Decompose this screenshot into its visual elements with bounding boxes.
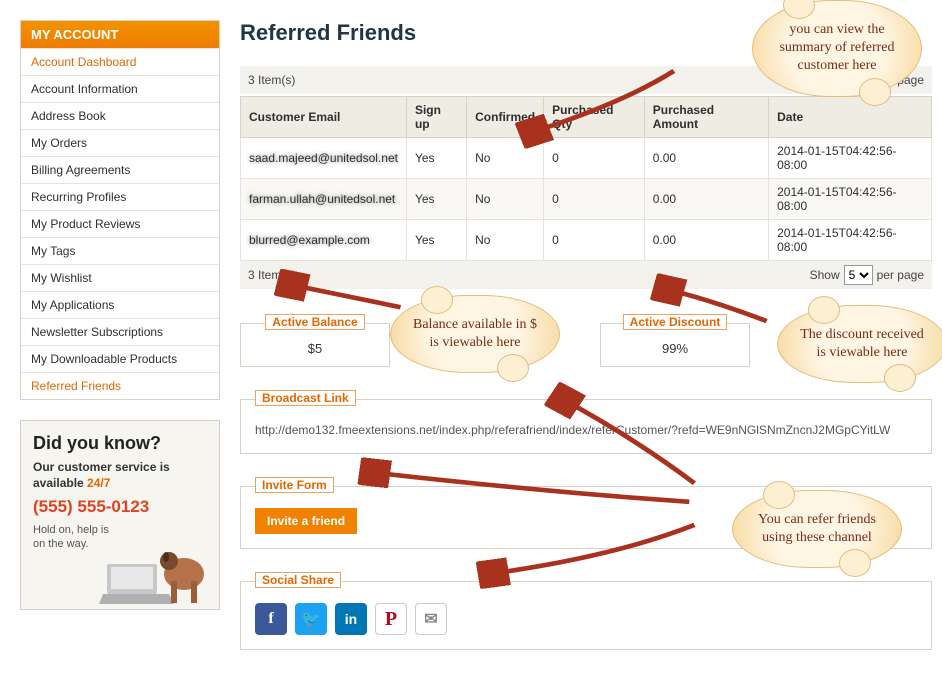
- column-header: Purchased Qty: [544, 97, 645, 138]
- sidebar-item[interactable]: Referred Friends: [21, 372, 219, 399]
- active-balance-legend: Active Balance: [265, 314, 364, 330]
- table-row: saad.majeed@unitedsol.netYesNo00.002014-…: [241, 138, 932, 179]
- table-cell: 0.00: [644, 138, 768, 179]
- table-cell: Yes: [406, 138, 466, 179]
- items-count: 3 Item(s): [248, 73, 295, 87]
- page-size-select[interactable]: 5: [844, 70, 873, 90]
- pager-top: 3 Item(s) Show 5 per page: [240, 66, 932, 94]
- invite-friend-button[interactable]: Invite a friend: [255, 508, 357, 534]
- table-cell: 0.00: [644, 220, 768, 261]
- active-balance-value: $5: [255, 341, 375, 356]
- broadcast-link-input[interactable]: [255, 421, 917, 439]
- table-row: farman.ullah@unitedsol.netYesNo00.002014…: [241, 179, 932, 220]
- table-cell: No: [467, 220, 544, 261]
- sidebar-item[interactable]: Newsletter Subscriptions: [21, 318, 219, 345]
- broadcast-link-legend: Broadcast Link: [255, 390, 356, 406]
- table-row: blurred@example.comYesNo00.002014-01-15T…: [241, 220, 932, 261]
- table-cell: saad.majeed@unitedsol.net: [241, 138, 407, 179]
- social-share-box: Social Share f🐦inP✉: [240, 573, 932, 650]
- promo-card: Did you know? Our customer service is av…: [20, 420, 220, 610]
- table-cell: 0: [544, 220, 645, 261]
- column-header: Date: [769, 97, 932, 138]
- column-header: Purchased Amount: [644, 97, 768, 138]
- promo-illustration: [99, 519, 219, 609]
- page-title: Referred Friends: [240, 20, 932, 46]
- sidebar-item[interactable]: Billing Agreements: [21, 156, 219, 183]
- email-icon[interactable]: ✉: [415, 603, 447, 635]
- active-discount-legend: Active Discount: [623, 314, 728, 330]
- linkedin-icon[interactable]: in: [335, 603, 367, 635]
- sidebar-item[interactable]: My Orders: [21, 129, 219, 156]
- table-cell: farman.ullah@unitedsol.net: [241, 179, 407, 220]
- account-menu-title: MY ACCOUNT: [21, 21, 219, 48]
- social-share-legend: Social Share: [255, 572, 341, 588]
- facebook-icon[interactable]: f: [255, 603, 287, 635]
- table-cell: 2014-01-15T04:42:56-08:00: [769, 220, 932, 261]
- column-header: Confirmed: [467, 97, 544, 138]
- table-cell: blurred@example.com: [241, 220, 407, 261]
- table-cell: 0.00: [644, 179, 768, 220]
- table-cell: Yes: [406, 220, 466, 261]
- promo-lead: Our customer service is available 24/7: [33, 460, 207, 491]
- table-cell: 2014-01-15T04:42:56-08:00: [769, 138, 932, 179]
- table-cell: 0: [544, 179, 645, 220]
- account-menu: MY ACCOUNT Account DashboardAccount Info…: [20, 20, 220, 400]
- pager-bottom: 3 Item(s) Show 5 per page: [240, 261, 932, 289]
- sidebar-item[interactable]: My Tags: [21, 237, 219, 264]
- column-header: Sign up: [406, 97, 466, 138]
- table-cell: 2014-01-15T04:42:56-08:00: [769, 179, 932, 220]
- active-balance-box: Active Balance $5: [240, 315, 390, 367]
- table-cell: No: [467, 138, 544, 179]
- promo-title: Did you know?: [33, 433, 207, 454]
- twitter-icon[interactable]: 🐦: [295, 603, 327, 635]
- sidebar-item[interactable]: Address Book: [21, 102, 219, 129]
- invite-form-legend: Invite Form: [255, 477, 334, 493]
- table-cell: 0: [544, 138, 645, 179]
- sidebar-item[interactable]: Recurring Profiles: [21, 183, 219, 210]
- sidebar-item[interactable]: My Wishlist: [21, 264, 219, 291]
- referred-friends-table: Customer EmailSign upConfirmedPurchased …: [240, 96, 932, 261]
- promo-phone: (555) 555-0123: [33, 497, 207, 517]
- table-cell: Yes: [406, 179, 466, 220]
- active-discount-value: 99%: [615, 341, 735, 356]
- pinterest-icon[interactable]: P: [375, 603, 407, 635]
- active-discount-box: Active Discount 99%: [600, 315, 750, 367]
- invite-form-box: Invite Form Invite a friend: [240, 478, 932, 549]
- sidebar-item[interactable]: My Applications: [21, 291, 219, 318]
- sidebar-item[interactable]: My Downloadable Products: [21, 345, 219, 372]
- sidebar-item[interactable]: Account Information: [21, 75, 219, 102]
- sidebar-item[interactable]: My Product Reviews: [21, 210, 219, 237]
- page-size-select[interactable]: 5: [844, 265, 873, 285]
- column-header: Customer Email: [241, 97, 407, 138]
- sidebar-item[interactable]: Account Dashboard: [21, 48, 219, 75]
- broadcast-link-box: Broadcast Link: [240, 391, 932, 454]
- items-count: 3 Item(s): [248, 268, 295, 282]
- table-cell: No: [467, 179, 544, 220]
